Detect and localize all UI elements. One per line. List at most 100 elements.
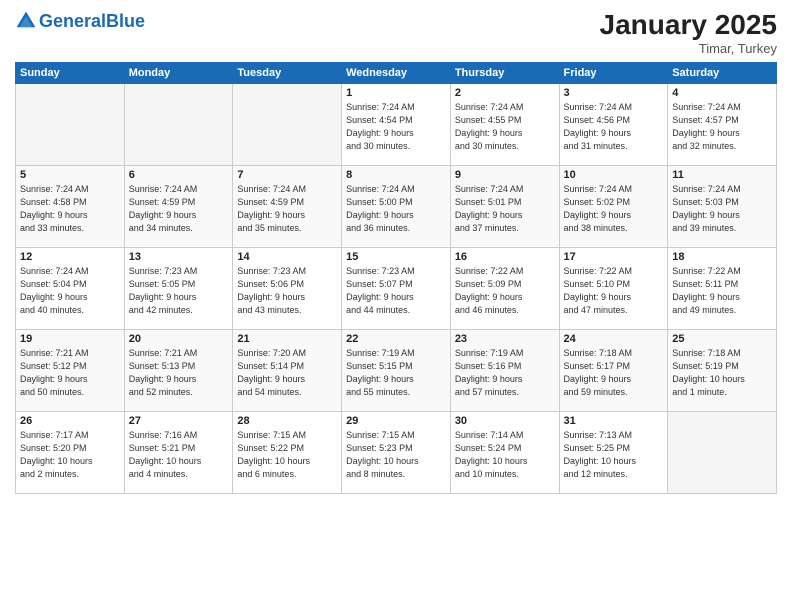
day-info: Sunrise: 7:24 AM Sunset: 4:54 PM Dayligh…	[346, 101, 446, 153]
day-info: Sunrise: 7:24 AM Sunset: 4:58 PM Dayligh…	[20, 183, 120, 235]
day-info: Sunrise: 7:24 AM Sunset: 4:55 PM Dayligh…	[455, 101, 555, 153]
day-info: Sunrise: 7:15 AM Sunset: 5:23 PM Dayligh…	[346, 429, 446, 481]
day-number: 24	[564, 333, 664, 345]
table-row	[233, 83, 342, 165]
day-number: 19	[20, 333, 120, 345]
day-info: Sunrise: 7:21 AM Sunset: 5:12 PM Dayligh…	[20, 347, 120, 399]
day-number: 21	[237, 333, 337, 345]
day-number: 14	[237, 251, 337, 263]
day-info: Sunrise: 7:24 AM Sunset: 5:00 PM Dayligh…	[346, 183, 446, 235]
day-number: 25	[672, 333, 772, 345]
day-number: 18	[672, 251, 772, 263]
day-info: Sunrise: 7:22 AM Sunset: 5:09 PM Dayligh…	[455, 265, 555, 317]
day-info: Sunrise: 7:24 AM Sunset: 4:57 PM Dayligh…	[672, 101, 772, 153]
day-info: Sunrise: 7:13 AM Sunset: 5:25 PM Dayligh…	[564, 429, 664, 481]
day-info: Sunrise: 7:19 AM Sunset: 5:15 PM Dayligh…	[346, 347, 446, 399]
day-info: Sunrise: 7:24 AM Sunset: 5:02 PM Dayligh…	[564, 183, 664, 235]
day-number: 23	[455, 333, 555, 345]
day-number: 16	[455, 251, 555, 263]
day-number: 30	[455, 415, 555, 427]
table-row	[16, 83, 125, 165]
table-row: 13Sunrise: 7:23 AM Sunset: 5:05 PM Dayli…	[124, 247, 233, 329]
day-info: Sunrise: 7:24 AM Sunset: 5:03 PM Dayligh…	[672, 183, 772, 235]
table-row: 16 Sunrise: 7:22 AM Sunset: 5:09 PM Dayli…	[450, 247, 559, 329]
col-saturday: Saturday	[668, 62, 777, 83]
day-info: Sunrise: 7:20 AM Sunset: 5:14 PM Dayligh…	[237, 347, 337, 399]
day-number: 29	[346, 415, 446, 427]
day-number: 3	[564, 87, 664, 99]
logo-blue: Blue	[106, 11, 145, 31]
header: GeneralBlue January 2025 Timar, Turkey	[15, 10, 777, 56]
title-block: January 2025 Timar, Turkey	[600, 10, 777, 56]
table-row: 22 Sunrise: 7:19 AM Sunset: 5:15 PM Dayli…	[342, 329, 451, 411]
day-info: Sunrise: 7:22 AM Sunset: 5:10 PM Dayligh…	[564, 265, 664, 317]
day-number: 4	[672, 87, 772, 99]
table-row: 11 Sunrise: 7:24 AM Sunset: 5:03 PM Dayli…	[668, 165, 777, 247]
table-row: 5Sunrise: 7:24 AM Sunset: 4:58 PM Daylig…	[16, 165, 125, 247]
logo-icon	[15, 10, 37, 32]
day-info: Sunrise: 7:23 AM Sunset: 5:06 PM Dayligh…	[237, 265, 337, 317]
day-info: Sunrise: 7:24 AM Sunset: 4:56 PM Dayligh…	[564, 101, 664, 153]
table-row: 20 Sunrise: 7:21 AM Sunset: 5:13 PM Dayli…	[124, 329, 233, 411]
day-info: Sunrise: 7:17 AM Sunset: 5:20 PM Dayligh…	[20, 429, 120, 481]
day-number: 15	[346, 251, 446, 263]
day-info: Sunrise: 7:24 AM Sunset: 4:59 PM Dayligh…	[129, 183, 229, 235]
calendar-week-row: 5Sunrise: 7:24 AM Sunset: 4:58 PM Daylig…	[16, 165, 777, 247]
day-number: 22	[346, 333, 446, 345]
calendar-week-row: 1 Sunrise: 7:24 AM Sunset: 4:54 PM Daylig…	[16, 83, 777, 165]
day-info: Sunrise: 7:24 AM Sunset: 5:01 PM Dayligh…	[455, 183, 555, 235]
table-row: 17Sunrise: 7:22 AM Sunset: 5:10 PM Dayli…	[559, 247, 668, 329]
table-row: 23 Sunrise: 7:19 AM Sunset: 5:16 PM Dayli…	[450, 329, 559, 411]
day-info: Sunrise: 7:18 AM Sunset: 5:19 PM Dayligh…	[672, 347, 772, 399]
table-row: 30 Sunrise: 7:14 AM Sunset: 5:24 PM Dayli…	[450, 411, 559, 493]
table-row: 31 Sunrise: 7:13 AM Sunset: 5:25 PM Dayli…	[559, 411, 668, 493]
table-row: 10 Sunrise: 7:24 AM Sunset: 5:02 PM Dayli…	[559, 165, 668, 247]
calendar-week-row: 12Sunrise: 7:24 AM Sunset: 5:04 PM Dayli…	[16, 247, 777, 329]
day-number: 20	[129, 333, 229, 345]
table-row: 15 Sunrise: 7:23 AM Sunset: 5:07 PM Dayli…	[342, 247, 451, 329]
table-row: 24 Sunrise: 7:18 AM Sunset: 5:17 PM Dayli…	[559, 329, 668, 411]
col-tuesday: Tuesday	[233, 62, 342, 83]
table-row: 29 Sunrise: 7:15 AM Sunset: 5:23 PM Dayli…	[342, 411, 451, 493]
calendar-header-row: Sunday Monday Tuesday Wednesday Thursday…	[16, 62, 777, 83]
day-info: Sunrise: 7:19 AM Sunset: 5:16 PM Dayligh…	[455, 347, 555, 399]
day-info: Sunrise: 7:15 AM Sunset: 5:22 PM Dayligh…	[237, 429, 337, 481]
table-row: 1 Sunrise: 7:24 AM Sunset: 4:54 PM Daylig…	[342, 83, 451, 165]
day-info: Sunrise: 7:24 AM Sunset: 4:59 PM Dayligh…	[237, 183, 337, 235]
day-number: 9	[455, 169, 555, 181]
table-row: 3 Sunrise: 7:24 AM Sunset: 4:56 PM Daylig…	[559, 83, 668, 165]
table-row	[668, 411, 777, 493]
table-row: 25 Sunrise: 7:18 AM Sunset: 5:19 PM Dayli…	[668, 329, 777, 411]
day-number: 26	[20, 415, 120, 427]
day-info: Sunrise: 7:23 AM Sunset: 5:05 PM Dayligh…	[129, 265, 229, 317]
day-number: 28	[237, 415, 337, 427]
table-row: 9 Sunrise: 7:24 AM Sunset: 5:01 PM Daylig…	[450, 165, 559, 247]
day-info: Sunrise: 7:23 AM Sunset: 5:07 PM Dayligh…	[346, 265, 446, 317]
table-row: 28 Sunrise: 7:15 AM Sunset: 5:22 PM Dayli…	[233, 411, 342, 493]
logo-general: General	[39, 11, 106, 31]
col-wednesday: Wednesday	[342, 62, 451, 83]
day-info: Sunrise: 7:24 AM Sunset: 5:04 PM Dayligh…	[20, 265, 120, 317]
day-number: 6	[129, 169, 229, 181]
table-row: 18 Sunrise: 7:22 AM Sunset: 5:11 PM Dayli…	[668, 247, 777, 329]
day-number: 11	[672, 169, 772, 181]
col-thursday: Thursday	[450, 62, 559, 83]
day-info: Sunrise: 7:21 AM Sunset: 5:13 PM Dayligh…	[129, 347, 229, 399]
logo: GeneralBlue	[15, 10, 145, 32]
day-info: Sunrise: 7:22 AM Sunset: 5:11 PM Dayligh…	[672, 265, 772, 317]
calendar: Sunday Monday Tuesday Wednesday Thursday…	[15, 62, 777, 494]
table-row: 2Sunrise: 7:24 AM Sunset: 4:55 PM Daylig…	[450, 83, 559, 165]
day-number: 1	[346, 87, 446, 99]
table-row	[124, 83, 233, 165]
day-number: 10	[564, 169, 664, 181]
calendar-week-row: 19 Sunrise: 7:21 AM Sunset: 5:12 PM Dayli…	[16, 329, 777, 411]
day-number: 27	[129, 415, 229, 427]
col-friday: Friday	[559, 62, 668, 83]
table-row: 6 Sunrise: 7:24 AM Sunset: 4:59 PM Daylig…	[124, 165, 233, 247]
table-row: 8Sunrise: 7:24 AM Sunset: 5:00 PM Daylig…	[342, 165, 451, 247]
day-info: Sunrise: 7:18 AM Sunset: 5:17 PM Dayligh…	[564, 347, 664, 399]
table-row: 14 Sunrise: 7:23 AM Sunset: 5:06 PM Dayli…	[233, 247, 342, 329]
location-subtitle: Timar, Turkey	[600, 41, 777, 56]
day-number: 31	[564, 415, 664, 427]
day-info: Sunrise: 7:14 AM Sunset: 5:24 PM Dayligh…	[455, 429, 555, 481]
